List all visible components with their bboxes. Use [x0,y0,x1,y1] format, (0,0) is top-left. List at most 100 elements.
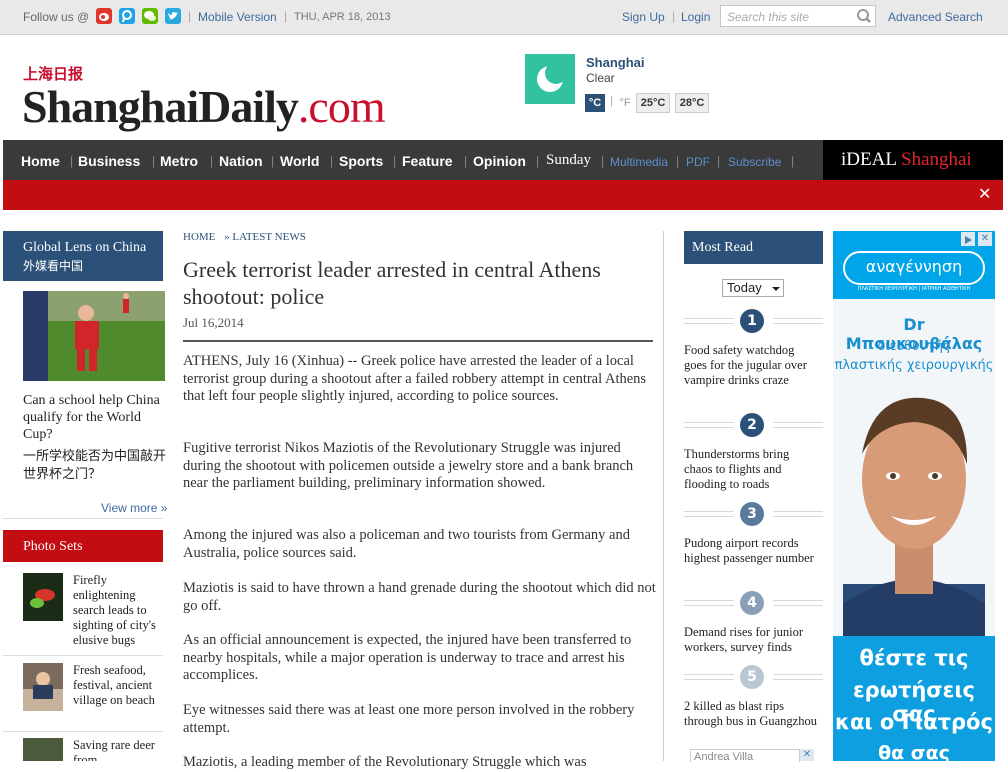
nav-feature[interactable]: Feature [402,153,453,169]
article-paragraph: As an official announcement is expected,… [183,632,632,683]
rank-rule [773,600,823,606]
most-read-link[interactable]: Pudong airport records highest passenger… [684,536,820,566]
wechat-icon[interactable] [142,8,158,24]
weibo-icon[interactable] [96,8,112,24]
breadcrumb: HOME » LATEST NEWS [183,231,306,243]
ad-role-1: διευθυντής [877,339,951,354]
breadcrumb-separator: » [224,231,230,243]
article-paragraph: Fugitive terrorist Nikos Maziotis of the… [183,440,634,491]
photo-sets-header[interactable]: Photo Sets [3,530,163,562]
nav-metro[interactable]: Metro [160,153,198,169]
small-ad[interactable]: Andrea Villa [690,749,800,762]
period-value: Today [727,280,762,295]
separator: | [672,9,676,23]
global-lens-photo[interactable] [23,291,165,381]
nav-nation[interactable]: Nation [219,153,263,169]
follow-us-label: Follow us @ [23,10,90,24]
most-read-link[interactable]: Thunderstorms bring chaos to flights and… [684,447,820,492]
rank-badge: 3 [740,502,764,526]
period-select[interactable]: Today [722,279,784,297]
photo-set-title[interactable]: Saving rare deer from [73,738,165,761]
view-more-link[interactable]: View more » [101,501,167,515]
most-read-link[interactable]: 2 killed as blast rips through bus in Gu… [684,699,820,729]
site-logo[interactable]: ShanghaiDaily.com [22,81,386,132]
rank-rule [684,600,734,606]
fahrenheit-toggle[interactable]: °F [618,94,632,112]
nav-separator: | [330,154,334,168]
doctor-portrait [843,397,985,636]
search-input[interactable] [725,7,857,27]
ad-cta-line: και ο Γιατρός [835,710,993,734]
sign-up-link[interactable]: Sign Up [622,10,665,24]
weather-moon-icon [525,54,575,104]
article-title: Greek terrorist leader arrested in centr… [183,257,601,309]
photo-set-thumb[interactable] [23,573,63,621]
ad-role-2: πλαστικής χειρουργικής [834,358,994,373]
current-date: THU, APR 18, 2013 [294,11,391,23]
celsius-toggle[interactable]: °C [585,94,605,112]
nav-pdf[interactable]: PDF [686,155,710,169]
breadcrumb-section[interactable]: LATEST NEWS [232,231,305,243]
divider [3,655,163,656]
nav-separator: | [152,154,156,168]
nav-separator: | [676,154,680,168]
global-lens-headline[interactable]: Can a school help China qualify for the … [23,392,168,443]
nav-separator: | [717,154,721,168]
breaking-news-bar: ✕ [3,180,1003,210]
tencent-weibo-icon[interactable] [119,8,135,24]
close-icon[interactable]: ✕ [978,184,991,203]
rank-rule [684,674,734,680]
nav-separator: | [271,154,275,168]
mobile-version-link[interactable]: Mobile Version [198,10,277,24]
promo-shanghai: Shanghai [901,149,972,170]
most-read-title: Most Read [692,240,754,255]
weather-city: Shanghai [586,55,645,70]
ad-brand-sub: ΠΛΑΣΤΙΚΗ ΧΕΙΡΟΥΡΓΙΚΗ | ΙΑΤΡΙΚΗ ΑΙΣΘΗΤΙΚΗ [857,286,971,292]
separator: | [188,9,192,23]
global-lens-header[interactable]: Global Lens on China 外媒看中国 [3,231,163,281]
photo-sets-title: Photo Sets [23,539,83,554]
column-divider [663,231,664,761]
logo-wordmark: ShanghaiDaily [22,81,299,132]
title-divider [183,340,653,342]
breadcrumb-home[interactable]: HOME [183,231,215,243]
ad-close-icon[interactable]: ✕ [978,232,992,246]
nav-multimedia[interactable]: Multimedia [610,155,668,169]
rank-rule [773,511,823,517]
nav-sunday[interactable]: Sunday [546,152,591,169]
photo-set-title[interactable]: Fresh seafood, festival, ancient village… [73,663,165,708]
divider [3,731,163,732]
advanced-search-link[interactable]: Advanced Search [888,10,983,24]
ad-close-icon[interactable]: ✕ [800,749,814,761]
nav-subscribe[interactable]: Subscribe [728,155,781,169]
rank-rule [684,422,734,428]
nav-home[interactable]: Home [21,153,60,169]
article-paragraph: Maziotis is said to have thrown a hand g… [183,580,656,614]
nav-opinion[interactable]: Opinion [473,153,526,169]
rank-rule [773,318,823,324]
login-link[interactable]: Login [681,10,710,24]
divider [3,518,163,519]
nav-separator: | [70,154,74,168]
photo-set-title[interactable]: Firefly enlightening search leads to sig… [73,573,165,647]
ad-choices-icon[interactable] [961,232,975,246]
most-read-link[interactable]: Food safety watchdog goes for the jugula… [684,343,820,388]
article-paragraph: Eye witnesses said there was at least on… [183,702,635,736]
nav-separator: | [464,154,468,168]
most-read-link[interactable]: Demand rises for junior workers, survey … [684,625,820,655]
chevron-down-icon [771,280,781,300]
rank-rule [773,422,823,428]
rank-rule [684,511,734,517]
photo-set-thumb[interactable] [23,738,63,761]
nav-business[interactable]: Business [78,153,140,169]
search-icon[interactable] [856,8,872,28]
article-date: Jul 16,2014 [183,315,244,330]
ad-photo-area: Dr Μπουκουβάλας διευθυντής πλαστικής χει… [833,299,995,636]
advertisement[interactable]: αναγέννηση ΠΛΑΣΤΙΚΗ ΧΕΙΡΟΥΡΓΙΚΗ | ΙΑΤΡΙΚ… [833,231,995,761]
ideal-shanghai-promo[interactable]: iDEAL Shanghai [823,140,1003,180]
twitter-icon[interactable] [165,8,181,24]
nav-sports[interactable]: Sports [339,153,383,169]
global-lens-headline-cn[interactable]: 一所学校能否为中国敲开世界杯之门？ [23,448,168,484]
nav-world[interactable]: World [280,153,319,169]
photo-set-thumb[interactable] [23,663,63,711]
